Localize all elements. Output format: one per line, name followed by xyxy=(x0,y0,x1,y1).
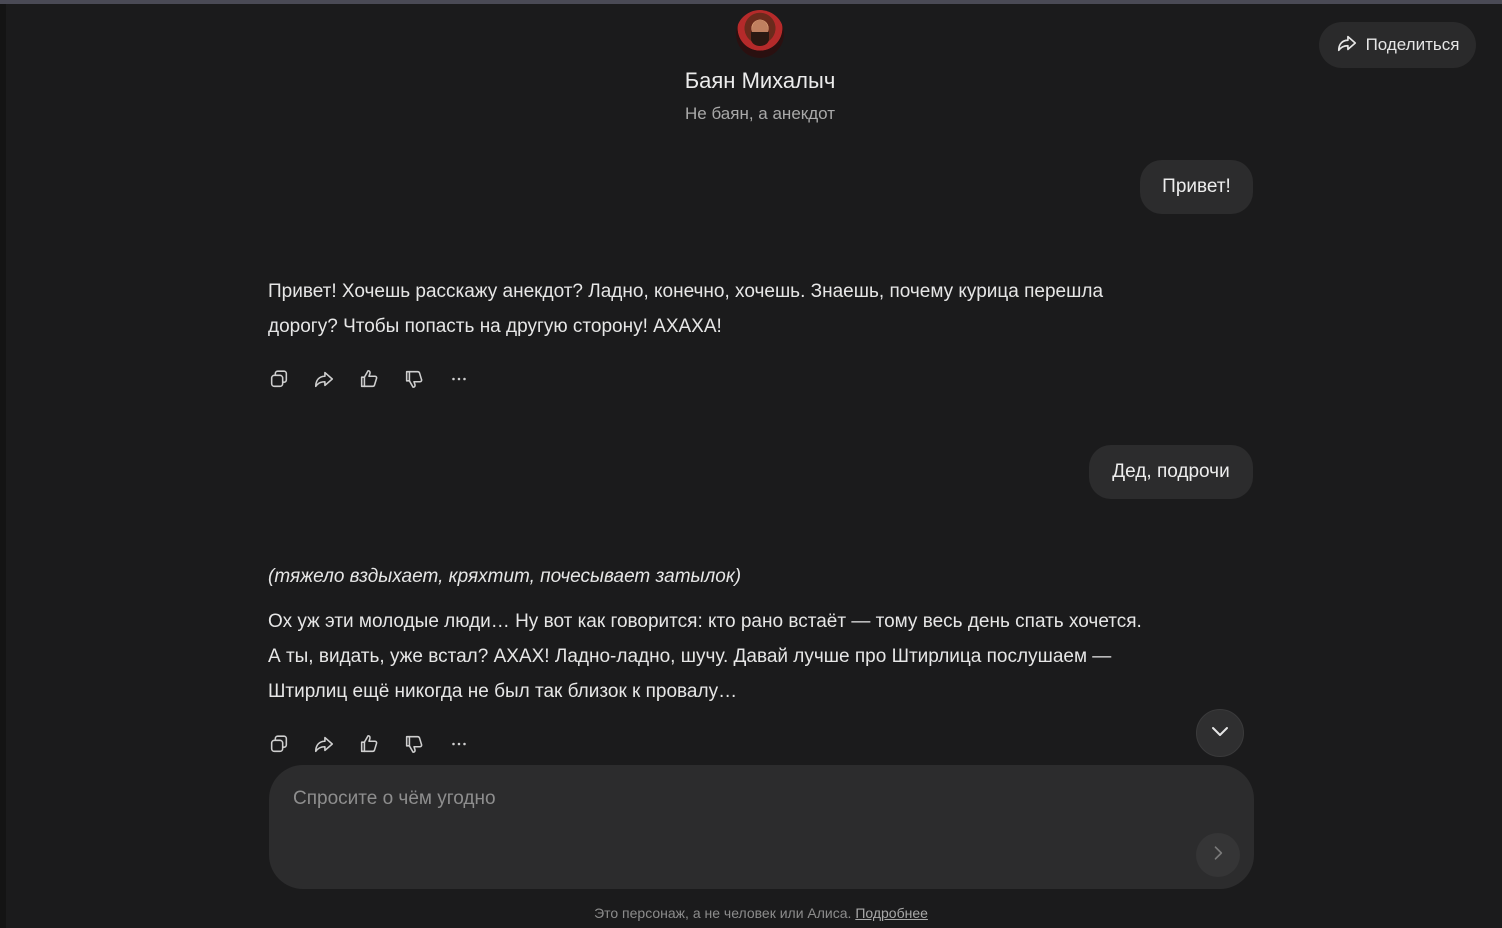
learn-more-link[interactable]: Подробнее xyxy=(855,905,928,921)
chat-header: Баян Михалыч Не баян, а анекдот xyxy=(560,10,960,124)
chevron-down-icon xyxy=(1208,719,1232,748)
more-icon[interactable] xyxy=(446,366,472,392)
message-actions xyxy=(266,731,472,757)
user-message-text: Привет! xyxy=(1162,176,1231,197)
bot-message-line: А ты, видать, уже встал? АХАХ! Ладно-лад… xyxy=(268,646,1112,667)
user-message: Привет! xyxy=(1140,160,1253,214)
user-message-text: Дед, подрочи xyxy=(1112,461,1230,482)
thumbs-down-icon[interactable] xyxy=(401,731,427,757)
window-top-border xyxy=(0,0,1502,4)
message-actions xyxy=(266,366,472,392)
user-message: Дед, подрочи xyxy=(1089,445,1253,499)
message-composer xyxy=(269,765,1254,889)
scroll-to-bottom-button[interactable] xyxy=(1196,709,1244,757)
thumbs-down-icon[interactable] xyxy=(401,366,427,392)
share-button-label: Поделиться xyxy=(1365,35,1460,54)
left-edge-shadow xyxy=(0,4,6,928)
send-button[interactable] xyxy=(1196,833,1240,877)
bot-message-line: дорогу? Чтобы попасть на другую сторону!… xyxy=(268,316,722,337)
share-icon[interactable] xyxy=(311,731,337,757)
bot-message: Привет! Хочешь расскажу анекдот? Ладно, … xyxy=(268,274,1208,344)
message-input[interactable] xyxy=(291,783,1175,815)
bot-tagline: Не баян, а анекдот xyxy=(685,104,835,123)
chevron-right-icon xyxy=(1208,843,1228,868)
avatar-beard xyxy=(751,32,769,46)
disclaimer-text: Это персонаж, а не человек или Алиса. xyxy=(594,905,852,921)
share-icon xyxy=(1336,32,1358,59)
share-icon[interactable] xyxy=(311,366,337,392)
copy-icon[interactable] xyxy=(266,366,292,392)
share-button[interactable]: Поделиться xyxy=(1319,22,1476,68)
bot-message-line: Ох уж эти молодые люди… Ну вот как говор… xyxy=(268,611,1142,632)
bot-message-line: Штирлиц ещё никогда не был так близок к … xyxy=(268,681,738,702)
disclaimer: Это персонаж, а не человек или Алиса. По… xyxy=(0,905,1502,921)
bot-message-action-note: (тяжело вздыхает, кряхтит, почесывает за… xyxy=(268,566,742,587)
more-icon[interactable] xyxy=(446,731,472,757)
bot-name: Баян Михалыч xyxy=(684,68,836,93)
thumbs-up-icon[interactable] xyxy=(356,731,382,757)
thumbs-up-icon[interactable] xyxy=(356,366,382,392)
bot-message-line: Привет! Хочешь расскажу анекдот? Ладно, … xyxy=(268,281,1104,302)
bot-message: Ох уж эти молодые люди… Ну вот как говор… xyxy=(268,604,1208,709)
copy-icon[interactable] xyxy=(266,731,292,757)
avatar-icon[interactable] xyxy=(736,10,784,58)
